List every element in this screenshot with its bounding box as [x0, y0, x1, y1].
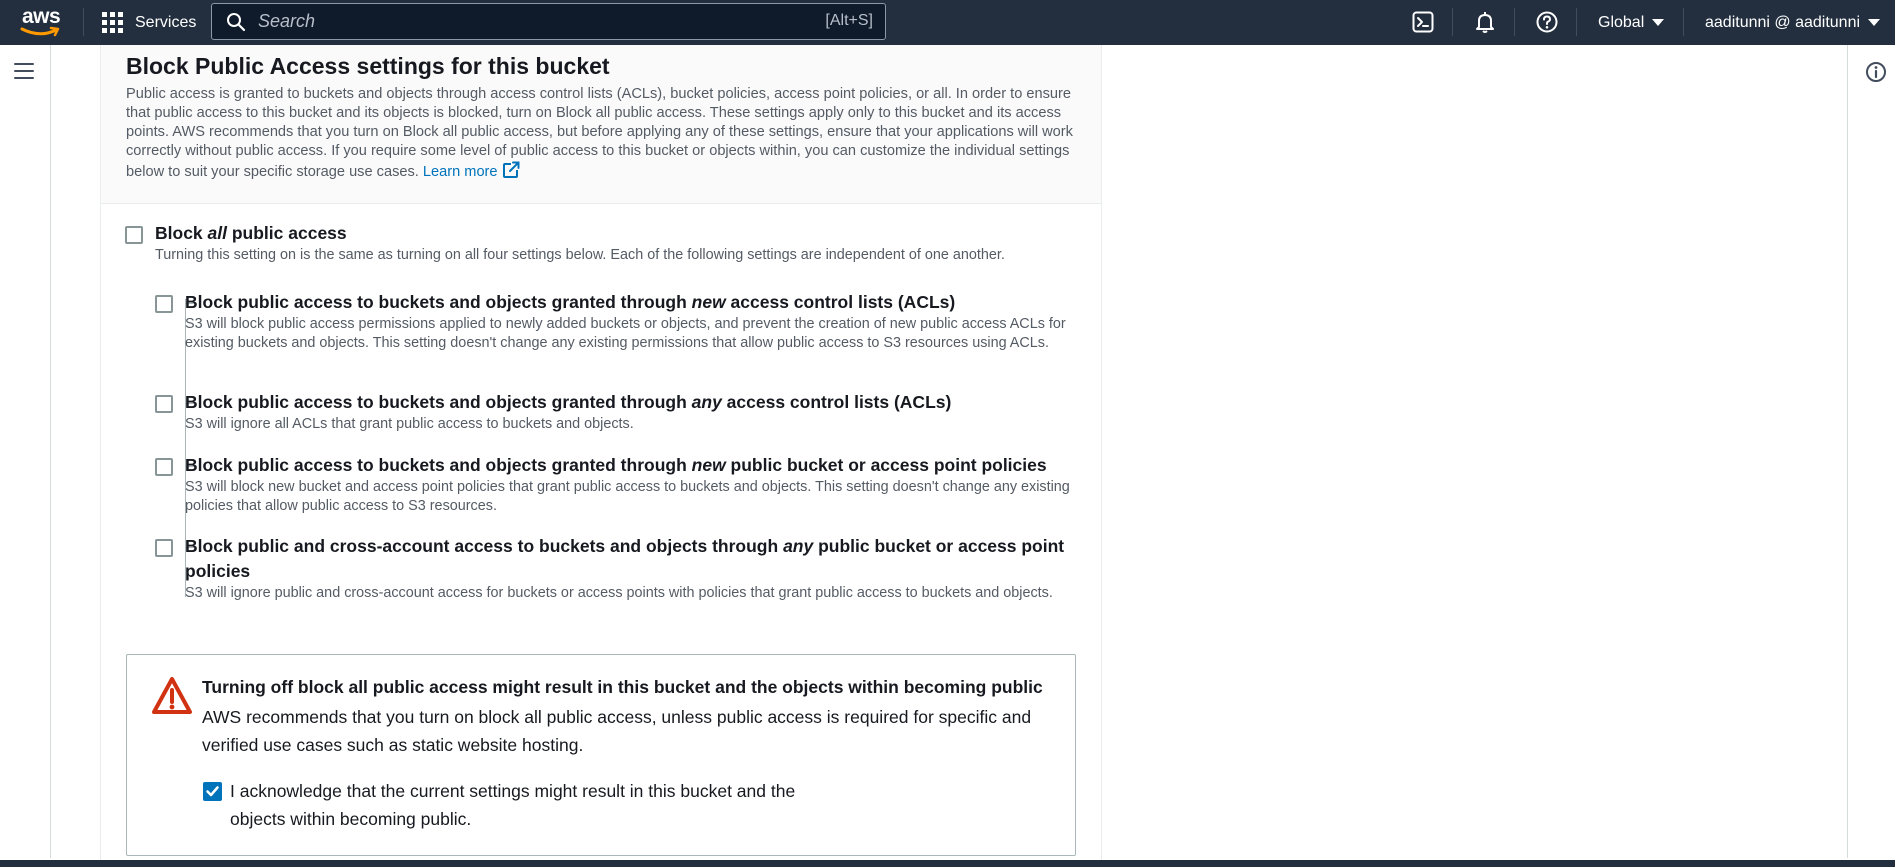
left-side-rail — [0, 45, 51, 858]
block-any-acls-description: S3 will ignore all ACLs that grant publi… — [185, 416, 634, 432]
grid-icon — [102, 12, 123, 33]
block-new-policies-title: Block public access to buckets and objec… — [185, 455, 1047, 475]
bell-icon[interactable] — [1473, 10, 1497, 34]
page-title: Block Public Access settings for this bu… — [126, 53, 610, 79]
region-selector[interactable]: Global — [1598, 0, 1665, 45]
nav-divider — [1576, 8, 1577, 36]
acknowledge-label[interactable]: I acknowledge that the current settings … — [230, 777, 850, 833]
top-navigation: aws Services [Alt+S] — [0, 0, 1895, 45]
help-icon[interactable] — [1535, 10, 1559, 34]
main-content: Block Public Access settings for this bu… — [51, 45, 1847, 860]
account-label: aaditunni @ aaditunni — [1705, 13, 1861, 31]
search-bar[interactable]: [Alt+S] — [211, 3, 886, 40]
block-any-acls-title: Block public access to buckets and objec… — [185, 392, 952, 412]
section-description: Public access is granted to buckets and … — [126, 85, 1086, 182]
account-menu[interactable]: aaditunni @ aaditunni — [1705, 0, 1881, 45]
nav-divider — [83, 8, 84, 36]
block-cross-account-checkbox[interactable] — [155, 539, 173, 557]
public-access-warning: Turning off block all public access migh… — [126, 654, 1076, 856]
services-label: Services — [135, 13, 197, 31]
acknowledge-checkbox[interactable] — [203, 782, 222, 801]
warning-title: Turning off block all public access migh… — [202, 677, 1043, 697]
block-new-policies-checkbox[interactable] — [155, 458, 173, 476]
section-description-text: Public access is granted to buckets and … — [126, 86, 1073, 180]
block-new-acls-title: Block public access to buckets and objec… — [185, 292, 956, 312]
aws-smile-icon — [20, 26, 60, 37]
block-new-acls-checkbox[interactable] — [155, 295, 173, 313]
nav-divider — [1514, 8, 1515, 36]
caret-down-icon — [1652, 19, 1665, 26]
right-side-rail — [1847, 45, 1895, 858]
block-all-title: Block all public access — [155, 223, 347, 243]
checkmark-icon — [206, 786, 219, 797]
block-cross-account-title: Block public and cross-account access to… — [185, 536, 1065, 556]
block-all-checkbox[interactable] — [125, 226, 143, 244]
search-input[interactable] — [258, 11, 758, 32]
learn-more-link[interactable]: Learn more — [422, 161, 520, 180]
external-link-icon — [502, 161, 520, 178]
region-label: Global — [1598, 13, 1645, 31]
services-menu-button[interactable]: Services — [102, 0, 196, 45]
search-icon — [227, 12, 246, 31]
search-shortcut-hint: [Alt+S] — [825, 12, 873, 29]
block-public-access-panel: Block Public Access settings for this bu… — [100, 45, 1102, 860]
block-cross-account-description: S3 will ignore public and cross-account … — [185, 585, 1053, 601]
nav-divider — [1683, 8, 1684, 36]
info-icon[interactable] — [1865, 61, 1887, 83]
block-new-policies-description: S3 will block new bucket and access poin… — [185, 479, 1070, 514]
nav-divider — [1452, 8, 1453, 36]
panel-header: Block Public Access settings for this bu… — [101, 45, 1101, 204]
block-all-description: Turning this setting on is the same as t… — [155, 247, 1005, 263]
block-new-acls-description: S3 will block public access permissions … — [185, 316, 1066, 351]
warning-triangle-icon — [152, 677, 192, 714]
hamburger-icon[interactable] — [14, 63, 36, 81]
warning-text: AWS recommends that you turn on block al… — [202, 707, 1032, 755]
aws-logo[interactable]: aws — [20, 5, 62, 39]
caret-down-icon — [1868, 19, 1881, 26]
cloudshell-icon[interactable] — [1411, 10, 1435, 34]
block-cross-account-title-line2: policies — [185, 561, 251, 581]
block-any-acls-checkbox[interactable] — [155, 395, 173, 413]
footer-bar — [0, 860, 1895, 867]
learn-more-label: Learn more — [422, 164, 498, 180]
